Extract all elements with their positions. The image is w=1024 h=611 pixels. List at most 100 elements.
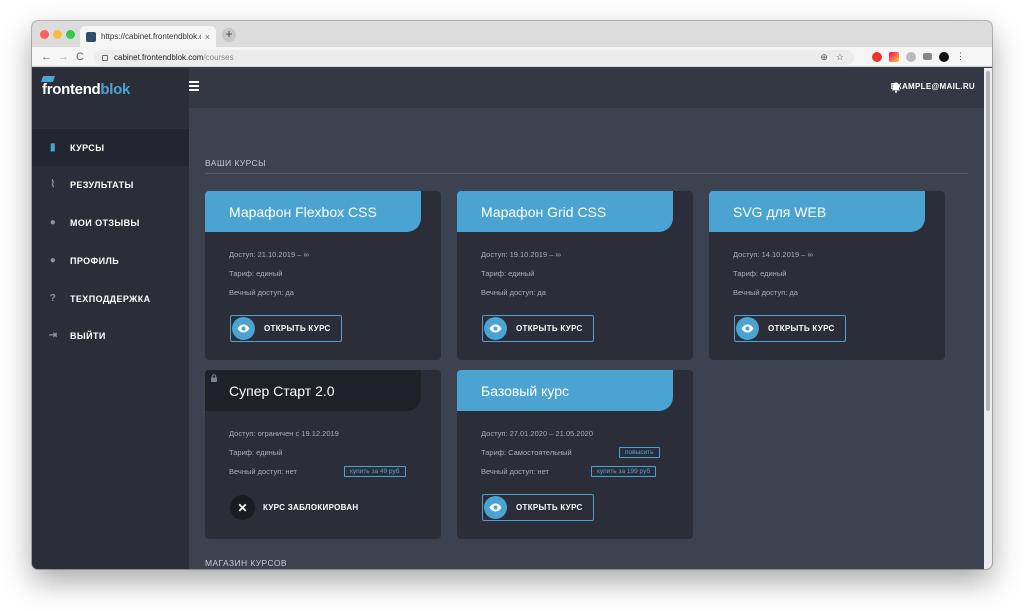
browser-menu-icon[interactable]: ⋮ [956,51,965,62]
course-tariff: Тариф: единый [733,269,787,278]
sidebar-item-label: ВЫЙТИ [70,330,106,341]
user-icon: ● [49,255,57,266]
page-scrollbar[interactable] [984,68,992,569]
question-icon: ? [49,293,57,304]
course-tariff: Тариф: единый [229,269,283,278]
buy-forever-access-button[interactable]: купить за 199 руб [591,466,657,477]
tab-close-icon[interactable]: × [205,32,210,42]
opera-extension-icon[interactable] [872,51,882,62]
zoom-icon[interactable]: ⊕ [820,52,828,63]
sidebar: frontend blok ▮ КУРСЫ ⌇ РЕЗУЛЬТАТЫ ● МОИ ОТЗЫВ… [32,68,189,569]
course-title: Марафон Grid CSS [457,191,673,232]
minimize-window-button[interactable] [53,30,62,39]
eye-icon [484,496,507,519]
reload-button[interactable]: C [76,50,84,64]
sidebar-item-2[interactable]: ⌇ РЕЗУЛЬТАТЫ [32,166,189,203]
lock-icon [102,54,108,61]
course-access: Доступ: 19.10.2019 – ∞ [481,250,561,259]
course-tariff: Тариф: единый [481,269,535,278]
open-course-label: ОТКРЫТЬ КУРС [768,324,835,333]
sidebar-item-label: КУРСЫ [70,142,105,153]
hamburger-menu-icon[interactable] [189,81,199,91]
sidebar-item-3[interactable]: ● МОИ ОТЗЫВЫ [32,204,189,241]
logo-text: frontend [42,80,101,98]
browser-toolbar: ← → C cabinet.frontendblok.com/courses ⊕… [32,47,992,67]
url-path: /courses [203,53,234,62]
sidebar-item-label: ПРОФИЛЬ [70,255,120,266]
back-button[interactable]: ← [41,50,52,64]
close-window-button[interactable] [40,30,49,39]
sign-out-icon: ⇥ [48,330,58,341]
globe-extension-icon[interactable] [906,51,916,62]
app-root: frontend blok ▮ КУРСЫ ⌇ РЕЗУЛЬТАТЫ ● МОИ ОТЗЫВ… [32,68,984,569]
open-course-button[interactable]: ОТКРЫТЬ КУРС [734,315,846,342]
section-title-my-courses: ВАШИ КУРСЫ [205,158,267,168]
logo[interactable]: frontend blok [42,78,130,100]
user-email[interactable]: EXAMPLE@MAIL.RU [891,82,975,91]
eye-icon [484,317,507,340]
new-tab-button[interactable]: + [222,28,236,42]
logo-accent-text: blok [100,80,131,98]
course-title: Марафон Flexbox CSS [205,191,421,232]
sidebar-item-label: РЕЗУЛЬТАТЫ [70,179,134,190]
open-course-label: ОТКРЫТЬ КУРС [264,324,331,333]
blocked-label: КУРС ЗАБЛОКИРОВАН [263,503,359,512]
course-access: Доступ: 14.10.2019 – ∞ [733,250,813,259]
course-title: Супер Старт 2.0 [205,370,421,411]
sidebar-item-5[interactable]: ? ТЕХПОДДЕРЖКА [32,280,189,317]
course-blocked-status: ✕ КУРС ЗАБЛОКИРОВАН [230,494,359,521]
url-host: cabinet.frontendblok.com [114,53,204,62]
sidebar-item-6[interactable]: ⇥ ВЫЙТИ [32,317,189,354]
eye-icon [736,317,759,340]
top-bar: EXAMPLE@MAIL.RU [189,68,984,108]
course-forever-access: Вечный доступ: да [229,288,294,297]
sidebar-item-1[interactable]: ▮ КУРСЫ [32,129,189,166]
course-forever-access: Вечный доступ: нет [229,467,297,476]
sidebar-item-label: ТЕХПОДДЕРЖКА [70,293,151,304]
course-title: Базовый курс [457,370,673,411]
course-access: Доступ: 21.10.2019 – ∞ [229,250,309,259]
buy-forever-access-button[interactable]: купить за 49 руб [344,466,406,477]
bookmark-star-icon[interactable]: ☆ [836,52,844,63]
color-extension-icon[interactable] [889,51,899,62]
profile-avatar-icon[interactable] [939,51,949,62]
close-icon: ✕ [230,495,255,520]
sidebar-item-4[interactable]: ● ПРОФИЛЬ [32,242,189,279]
browser-tab[interactable]: https://cabinet.frontendblok.com × [80,26,216,47]
address-bar[interactable]: cabinet.frontendblok.com/courses ⊕ ☆ [94,50,854,65]
course-card: Базовый курс Доступ: 27.01.2020 – 21.05.2… [457,370,693,539]
graduation-cap-icon [40,76,56,82]
sidebar-item-label: МОИ ОТЗЫВЫ [70,217,140,228]
lock-icon [211,374,217,382]
open-course-button[interactable]: ОТКРЫТЬ КУРС [230,315,342,342]
chart-icon: ⌇ [50,179,56,190]
comment-icon: ● [49,217,57,228]
maximize-window-button[interactable] [66,30,75,39]
open-course-button[interactable]: ОТКРЫТЬ КУРС [482,494,594,521]
course-forever-access: Вечный доступ: да [481,288,546,297]
course-card: SVG для WEB Доступ: 14.10.2019 – ∞ Тариф: … [709,191,945,360]
tab-title: https://cabinet.frontendblok.com [101,32,201,41]
course-card: Марафон Grid CSS Доступ: 19.10.2019 – ∞ Та… [457,191,693,360]
course-forever-access: Вечный доступ: нет [481,467,549,476]
section-title-course-shop: МАГАЗИН КУРСОВ [205,558,287,568]
course-title: SVG для WEB [709,191,925,232]
forward-button[interactable]: → [58,50,69,64]
browser-window: https://cabinet.frontendblok.com × + ← →… [32,21,992,569]
open-course-label: ОТКРЫТЬ КУРС [516,324,583,333]
course-access: Доступ: ограничен с 19.12.2019 [229,429,339,438]
open-course-label: ОТКРЫТЬ КУРС [516,503,583,512]
divider [205,173,968,174]
upgrade-tariff-button[interactable]: повысить [619,447,660,458]
reading-list-icon[interactable] [923,53,932,60]
course-card: Супер Старт 2.0 Доступ: ограничен с 19.12… [205,370,441,539]
course-card: Марафон Flexbox CSS Доступ: 21.10.2019 – … [205,191,441,360]
course-tariff: Тариф: Самостоятельный [481,448,572,457]
course-tariff: Тариф: единый [229,448,283,457]
browser-tab-bar: https://cabinet.frontendblok.com × + [32,21,992,47]
open-course-button[interactable]: ОТКРЫТЬ КУРС [482,315,594,342]
eye-icon [232,317,255,340]
book-icon: ▮ [50,142,56,153]
course-access: Доступ: 27.01.2020 – 21.05.2020 [481,429,593,438]
course-forever-access: Вечный доступ: да [733,288,798,297]
